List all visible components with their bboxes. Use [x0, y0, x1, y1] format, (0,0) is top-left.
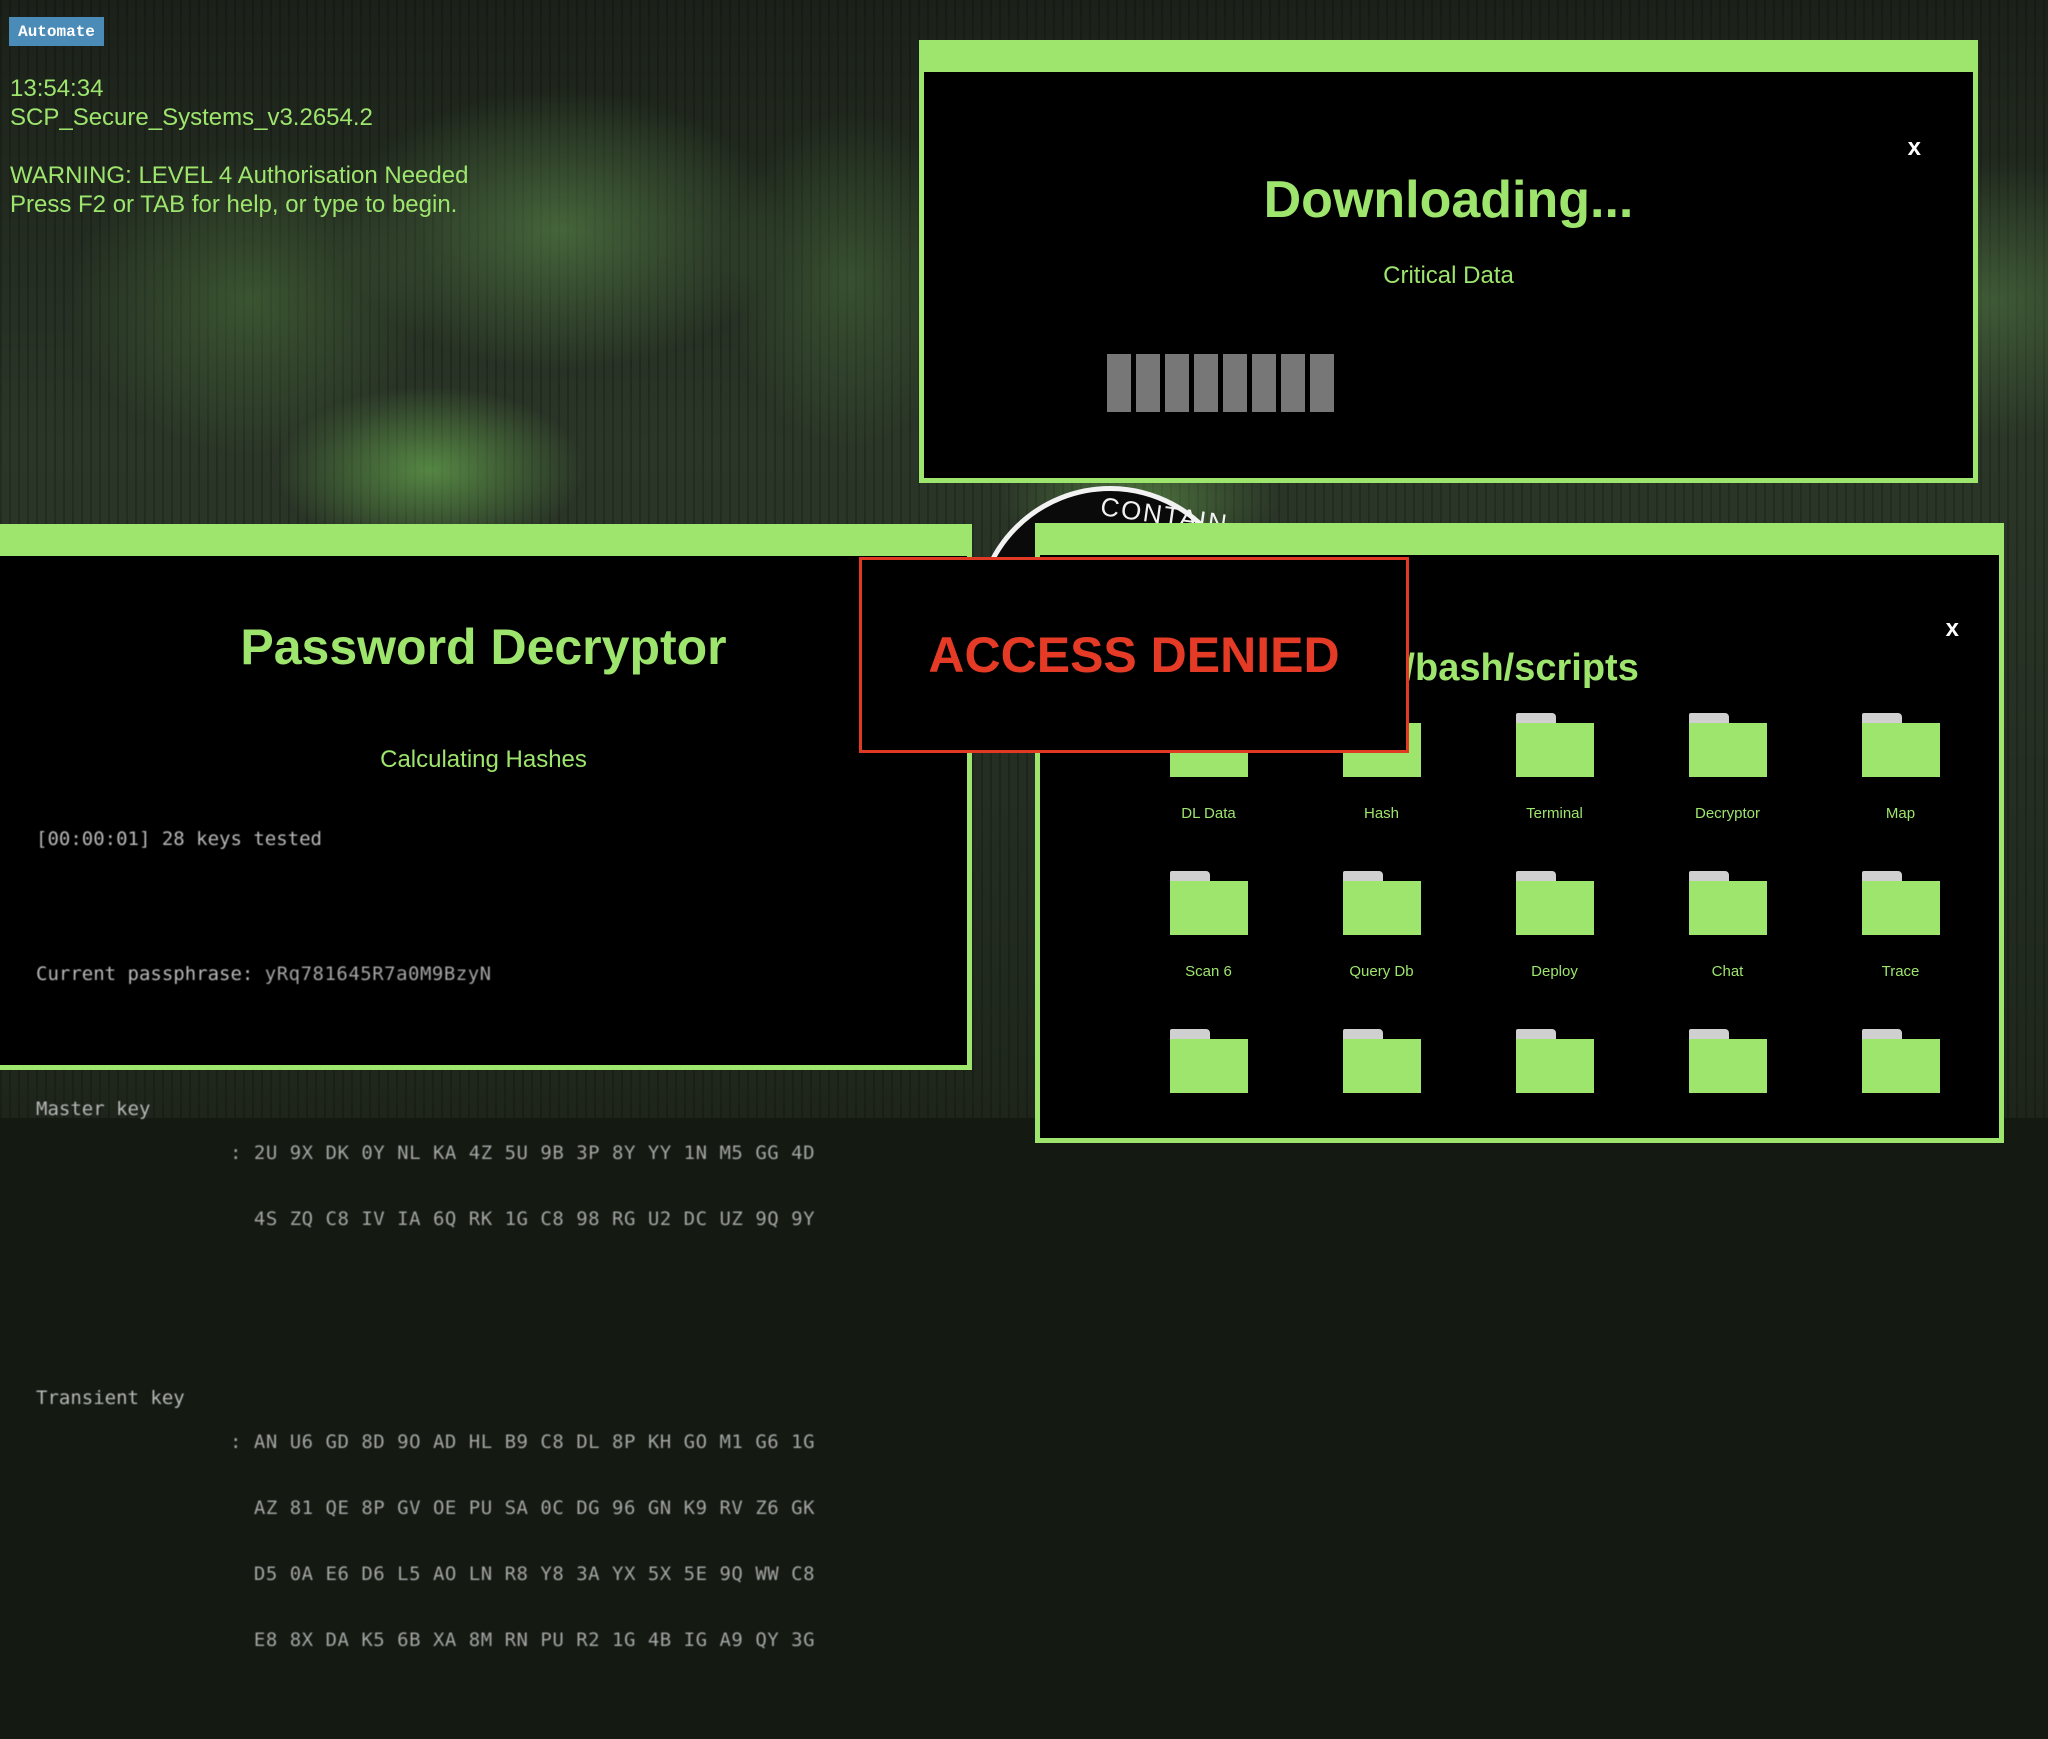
automate-button[interactable]: Automate — [9, 17, 104, 46]
access-denied-alert: ACCESS DENIED — [859, 557, 1409, 753]
transient-key-line: D5 0A E6 D6 L5 AO LN R8 Y8 3A YX 5X 5E 9… — [230, 1563, 816, 1585]
folder-item[interactable] — [1295, 1029, 1468, 1139]
close-icon[interactable]: x — [1908, 136, 1921, 160]
folder-label: Chat — [1711, 963, 1744, 980]
folder-item[interactable]: Deploy — [1468, 871, 1641, 981]
passphrase-value: yRq781645R7a0M9BzyN — [264, 963, 492, 985]
decryptor-console: [00:00:01] 28 keys tested Current passph… — [36, 784, 815, 1739]
master-key: Master key : 2U 9X DK 0Y NL KA 4Z 5U 9B … — [36, 1098, 815, 1274]
transient-key: Transient key : AN U6 GD 8D 9O AD HL B9 … — [36, 1387, 815, 1695]
folder-item[interactable]: Map — [1814, 713, 1987, 823]
decryptor-title: Password Decryptor — [240, 619, 727, 675]
folder-icon — [1342, 871, 1421, 935]
folder-icon — [1515, 713, 1594, 777]
folder-item[interactable]: Terminal — [1468, 713, 1641, 823]
folder-item[interactable]: Scan 6 — [1122, 871, 1295, 981]
folder-icon — [1688, 871, 1767, 935]
folder-item[interactable] — [1641, 1029, 1814, 1139]
folder-icon — [1515, 1029, 1594, 1093]
folder-label: Map — [1885, 805, 1916, 822]
passphrase-label: Current passphrase: — [36, 963, 265, 985]
folder-item[interactable]: Query Db — [1295, 871, 1468, 981]
folder-icon — [1169, 871, 1248, 935]
warning-text: WARNING: LEVEL 4 Authorisation Needed — [10, 162, 469, 189]
folder-label: Terminal — [1526, 805, 1583, 822]
folder-label: DL Data — [1181, 805, 1236, 822]
progress-block — [1252, 354, 1276, 412]
folder-icon — [1342, 1029, 1421, 1093]
system-version: SCP_Secure_Systems_v3.2654.2 — [10, 104, 373, 131]
clock: 13:54:34 — [10, 75, 104, 102]
progress-block — [1136, 354, 1160, 412]
hint-text: Press F2 or TAB for help, or type to beg… — [10, 191, 458, 218]
password-decryptor-window: Password Decryptor Calculating Hashes [0… — [0, 524, 972, 1651]
passphrase-line: Current passphrase: yRq781645R7a0M9BzyN — [36, 963, 815, 985]
progress-block — [1281, 354, 1305, 412]
keys-tested-log: [00:00:01] 28 keys tested — [36, 828, 322, 850]
progress-block — [1107, 354, 1131, 412]
folder-icon — [1861, 1029, 1940, 1093]
master-key-line: : 2U 9X DK 0Y NL KA 4Z 5U 9B 3P 8Y YY 1N… — [230, 1142, 816, 1164]
folder-item[interactable] — [1468, 1029, 1641, 1139]
folder-item[interactable] — [1122, 1029, 1295, 1139]
folder-item[interactable]: Trace — [1814, 871, 1987, 981]
access-denied-text: ACCESS DENIED — [928, 627, 1340, 683]
folder-item[interactable] — [1814, 1029, 1987, 1139]
transient-key-line: AZ 81 QE 8P GV OE PU SA 0C DG 96 GN K9 R… — [230, 1497, 816, 1519]
folder-icon — [1688, 713, 1767, 777]
transient-key-label: Transient key — [36, 1387, 185, 1409]
progress-block — [1165, 354, 1189, 412]
folder-label: Hash — [1363, 805, 1400, 822]
folder-item[interactable]: Decryptor — [1641, 713, 1814, 823]
progress-block — [1194, 354, 1218, 412]
download-window: x Downloading... Critical Data — [919, 40, 1978, 483]
folder-item[interactable]: Chat — [1641, 871, 1814, 981]
transient-key-line: E8 8X DA K5 6B XA 8M RN PU R2 1G 4B IG A… — [230, 1629, 816, 1651]
folder-icon — [1688, 1029, 1767, 1093]
progress-block — [1223, 354, 1247, 412]
decryptor-subtitle: Calculating Hashes — [380, 746, 587, 773]
progress-block — [1310, 354, 1334, 412]
folder-icon — [1169, 1029, 1248, 1093]
status-text: 13:54:34 SCP_Secure_Systems_v3.2654.2 WA… — [10, 74, 468, 219]
master-key-line: 4S ZQ C8 IV IA 6Q RK 1G C8 98 RG U2 DC U… — [230, 1208, 816, 1230]
download-progress — [1107, 354, 1334, 412]
close-icon[interactable]: x — [1946, 617, 1959, 641]
download-title: Downloading... — [1263, 171, 1634, 229]
folder-icon — [1861, 871, 1940, 935]
folder-icon — [1861, 713, 1940, 777]
folder-label: Decryptor — [1694, 805, 1761, 822]
folder-label: Deploy — [1531, 963, 1578, 980]
download-subtitle: Critical Data — [1383, 262, 1514, 289]
folder-icon — [1515, 871, 1594, 935]
folder-label: Query Db — [1349, 963, 1414, 980]
file-browser-path: /root/bash/scripts — [1320, 647, 1639, 689]
folder-label: Scan 6 — [1185, 963, 1232, 980]
folder-grid: DL Data Hash Terminal Decryptor Map Scan 6 Que… — [1122, 713, 1987, 1139]
transient-key-line: : AN U6 GD 8D 9O AD HL B9 C8 DL 8P KH GO… — [230, 1431, 816, 1453]
folder-label: Trace — [1881, 963, 1920, 980]
master-key-label: Master key — [36, 1098, 151, 1120]
